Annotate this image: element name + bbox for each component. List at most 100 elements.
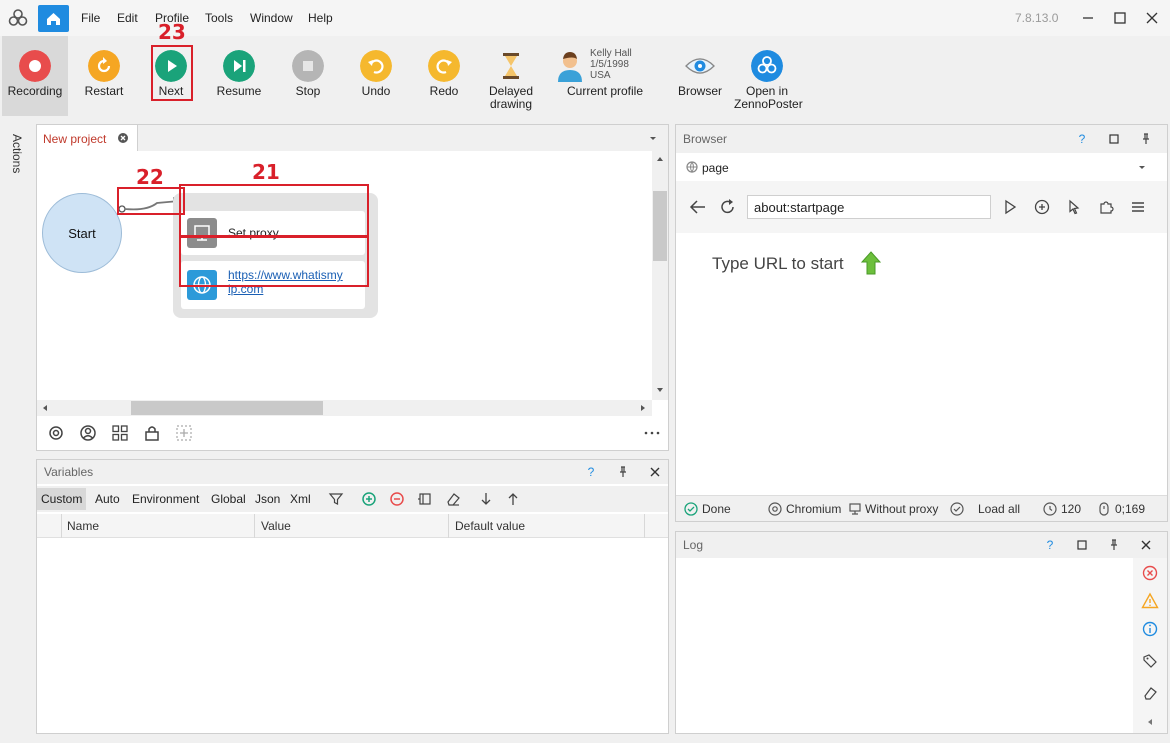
vertical-scroll-thumb[interactable] <box>653 191 667 261</box>
filter-icon[interactable] <box>327 490 345 508</box>
open-in-zennoposter-button[interactable]: Open in ZennoPoster <box>734 36 803 116</box>
minimize-icon[interactable] <box>1076 7 1100 29</box>
pointer-icon[interactable] <box>1065 198 1083 216</box>
collapse-arrow-icon[interactable] <box>1146 718 1154 726</box>
status-engine[interactable]: Chromium <box>786 502 841 516</box>
tab-environment[interactable]: Environment <box>132 492 199 506</box>
proxy-status-icon <box>849 503 861 515</box>
scroll-left-icon[interactable] <box>41 404 49 412</box>
info-filter-icon[interactable] <box>1141 620 1159 638</box>
pin-icon[interactable] <box>614 463 632 481</box>
add-variable-icon[interactable] <box>360 490 378 508</box>
annotation-box-set-proxy <box>179 184 369 237</box>
reload-icon[interactable] <box>718 198 738 216</box>
recording-label: Recording <box>7 84 63 98</box>
close-panel-icon[interactable] <box>646 463 664 481</box>
browser-button[interactable]: Browser <box>676 36 724 116</box>
lock-icon[interactable] <box>143 424 161 442</box>
restart-button[interactable]: Restart <box>78 36 130 116</box>
status-counter: 0;169 <box>1115 502 1146 516</box>
scroll-right-icon[interactable] <box>639 404 647 412</box>
horizontal-scroll-thumb[interactable] <box>131 401 323 415</box>
error-filter-icon[interactable] <box>1141 564 1159 582</box>
maximize-icon[interactable] <box>1108 7 1132 29</box>
clear-log-icon[interactable] <box>1141 684 1159 702</box>
menu-icon[interactable] <box>1129 198 1147 216</box>
columns-icon[interactable] <box>416 490 434 508</box>
current-profile-label: Current profile <box>566 84 644 98</box>
scroll-up-icon[interactable] <box>656 155 664 163</box>
tab-new-project[interactable]: New project <box>37 125 138 152</box>
tab-json[interactable]: Json <box>255 492 280 506</box>
close-icon[interactable] <box>1140 7 1164 29</box>
menu-edit[interactable]: Edit <box>117 11 138 25</box>
stop-button[interactable]: Stop <box>283 36 333 116</box>
actions-side-tab[interactable]: Actions <box>0 116 34 743</box>
scroll-down-icon[interactable] <box>656 386 664 394</box>
menu-tools[interactable]: Tools <box>205 11 233 25</box>
status-load[interactable]: Load all <box>978 502 1020 516</box>
start-node[interactable]: Start <box>42 193 122 273</box>
delayed-drawing-button[interactable]: Delayed drawing <box>484 36 538 116</box>
remove-variable-icon[interactable] <box>388 490 406 508</box>
maximize-panel-icon[interactable] <box>1105 130 1123 148</box>
column-separator <box>448 514 449 538</box>
tab-custom[interactable]: Custom <box>37 488 87 510</box>
help-icon[interactable]: ? <box>1041 536 1059 554</box>
stop-icon <box>292 50 324 82</box>
menu-file[interactable]: File <box>81 11 100 25</box>
browser-tab-dropdown-icon[interactable] <box>1136 163 1148 171</box>
resume-button[interactable]: Resume <box>212 36 266 116</box>
zennoposter-icon <box>751 50 783 82</box>
user-circle-icon[interactable] <box>79 424 97 442</box>
move-down-icon[interactable] <box>477 490 495 508</box>
add-circle-icon[interactable] <box>1033 198 1051 216</box>
pin-icon[interactable] <box>1105 536 1123 554</box>
tab-auto[interactable]: Auto <box>95 492 120 506</box>
current-profile-button[interactable]: Kelly Hall 1/5/1998 USA Current profile <box>552 36 658 116</box>
actions-tab-label: Actions <box>10 134 24 174</box>
start-label: Start <box>68 226 96 241</box>
col-value[interactable]: Value <box>261 519 291 533</box>
menu-help[interactable]: Help <box>308 11 333 25</box>
back-icon[interactable] <box>688 198 708 216</box>
tab-global[interactable]: Global <box>211 492 246 506</box>
tag-filter-icon[interactable] <box>1141 652 1159 670</box>
go-icon[interactable] <box>1001 198 1019 216</box>
eye-icon <box>685 58 715 74</box>
grid-icon[interactable] <box>111 424 129 442</box>
redo-button[interactable]: Redo <box>419 36 469 116</box>
menu-window[interactable]: Window <box>250 11 293 25</box>
vertical-scrollbar[interactable] <box>652 151 668 400</box>
pin-icon[interactable] <box>1137 130 1155 148</box>
home-button[interactable] <box>38 5 69 32</box>
project-footer-toolbar <box>37 416 668 450</box>
add-block-icon[interactable] <box>175 424 193 442</box>
extension-icon[interactable] <box>1097 198 1115 216</box>
horizontal-scrollbar[interactable] <box>37 400 652 416</box>
tab-dropdown-icon[interactable] <box>647 134 659 142</box>
recording-button[interactable]: Recording <box>2 36 68 116</box>
close-tab-icon[interactable] <box>117 132 129 144</box>
status-timeout[interactable]: 120 <box>1061 502 1081 516</box>
maximize-panel-icon[interactable] <box>1073 536 1091 554</box>
settings-icon[interactable] <box>47 424 65 442</box>
log-header: Log ? <box>676 532 1167 558</box>
help-icon[interactable]: ? <box>1073 130 1091 148</box>
move-up-icon[interactable] <box>504 490 522 508</box>
col-default-value[interactable]: Default value <box>455 519 525 533</box>
browser-tab-page[interactable]: page <box>678 154 815 181</box>
status-proxy[interactable]: Without proxy <box>865 502 938 516</box>
warning-filter-icon[interactable] <box>1141 592 1159 610</box>
eraser-icon[interactable] <box>444 490 462 508</box>
url-input[interactable]: about:startpage <box>747 195 991 219</box>
browser-viewport[interactable]: Type URL to start <box>676 233 1167 495</box>
close-panel-icon[interactable] <box>1137 536 1155 554</box>
more-icon[interactable] <box>643 424 661 442</box>
col-name[interactable]: Name <box>67 519 99 533</box>
help-icon[interactable]: ? <box>582 463 600 481</box>
annotation-21: 21 <box>252 160 280 184</box>
undo-button[interactable]: Undo <box>351 36 401 116</box>
tab-xml[interactable]: Xml <box>290 492 311 506</box>
hourglass-icon <box>503 53 519 79</box>
